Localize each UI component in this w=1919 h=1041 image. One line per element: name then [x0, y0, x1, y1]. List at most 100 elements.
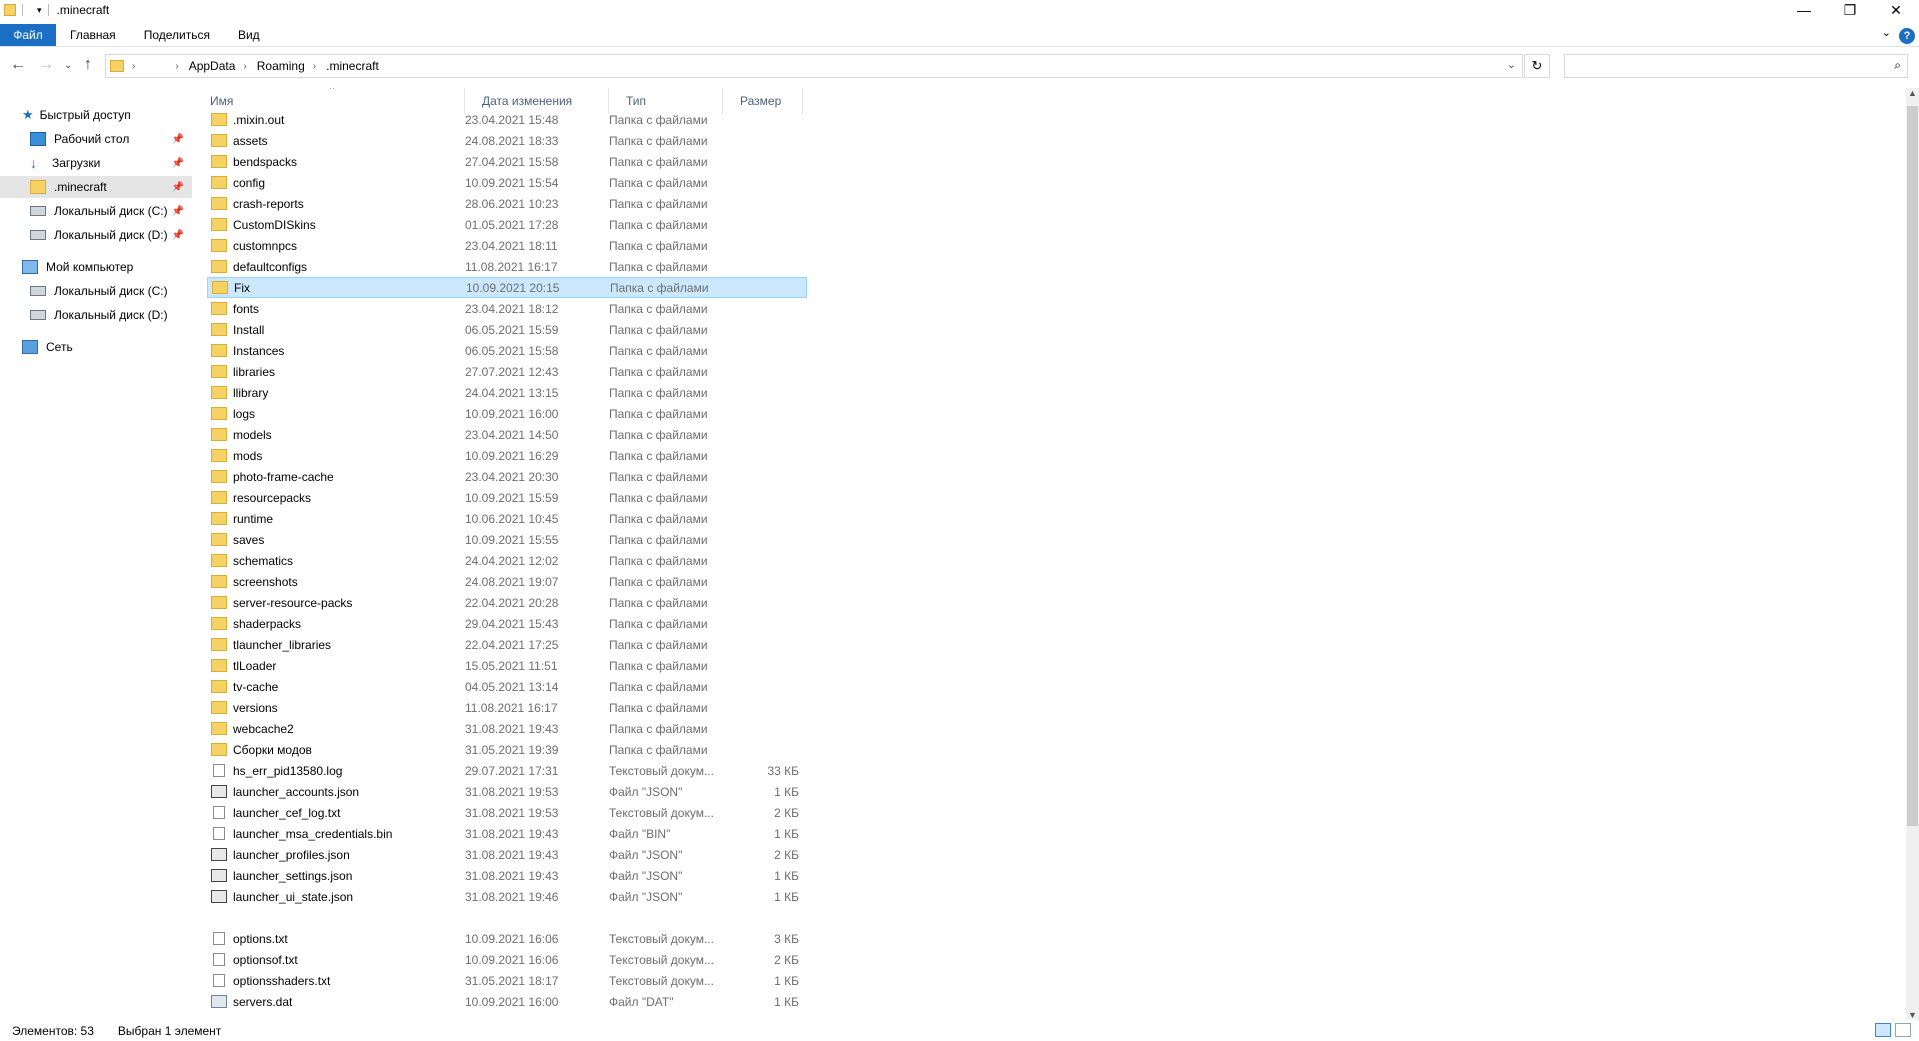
sidebar-item-quick-access[interactable]: ★ Быстрый доступ — [22, 104, 192, 126]
address-bar[interactable]: › › AppData › Roaming › .minecraft ⌄ — [105, 54, 1523, 78]
sidebar-item-computer-disk-c[interactable]: Локальный диск (C:) — [30, 280, 192, 302]
sidebar-item-computer[interactable]: Мой компьютер — [22, 256, 192, 278]
file-name: launcher_settings.json — [233, 868, 353, 883]
folder-icon — [211, 176, 227, 189]
sidebar-item-disk-d[interactable]: Локальный диск (D:) 📌 — [30, 224, 192, 246]
back-arrow-icon[interactable]: ← — [10, 56, 26, 74]
sidebar-item-network[interactable]: Сеть — [22, 336, 192, 358]
minimize-button[interactable]: — — [1781, 0, 1827, 20]
breadcrumb-roaming[interactable]: Roaming — [257, 59, 305, 73]
file-row[interactable]: options.txt 10.09.2021 16:06 Текстовый док… — [207, 928, 807, 949]
file-row[interactable]: tlLoader 15.05.2021 11:51 Папка с файлами — [207, 655, 807, 676]
details-view-icon[interactable] — [1875, 1023, 1891, 1037]
sidebar-item-minecraft[interactable]: .minecraft 📌 — [0, 176, 192, 198]
folder-icon — [211, 470, 227, 483]
sidebar-item-computer-disk-d[interactable]: Локальный диск (D:) — [30, 304, 192, 326]
file-row[interactable]: photo-frame-cache 23.04.2021 20:30 Папка с… — [207, 466, 807, 487]
file-row[interactable]: config 10.09.2021 15:54 Папка с файлами — [207, 172, 807, 193]
file-row[interactable]: assets 24.08.2021 18:33 Папка с файлами — [207, 130, 807, 151]
file-row[interactable]: saves 10.09.2021 15:55 Папка с файлами — [207, 529, 807, 550]
quick-access-toolbar-dropdown[interactable]: ▾ — [37, 5, 42, 16]
file-row[interactable]: hs_err_pid13580.log 29.07.2021 17:31 Текст… — [207, 760, 807, 781]
file-row[interactable]: launcher_msa_credentials.bin 31.08.2021 1… — [207, 823, 807, 844]
file-type: Файл "JSON" — [609, 889, 683, 904]
sidebar-item-label: Рабочий стол — [54, 132, 130, 146]
file-type: Папка с файлами — [609, 427, 708, 442]
file-row[interactable]: models 23.04.2021 14:50 Папка с файлами — [207, 424, 807, 445]
sidebar-item-label: Мой компьютер — [46, 260, 134, 274]
sidebar-item-desktop[interactable]: Рабочий стол 📌 — [30, 128, 192, 150]
up-arrow-icon[interactable]: ↑ — [84, 56, 92, 74]
sidebar-item-downloads[interactable]: ↓ Загрузки 📌 — [30, 152, 192, 174]
large-icons-view-icon[interactable] — [1895, 1023, 1911, 1037]
file-row[interactable]: server-resource-packs 22.04.2021 20:28 Пап… — [207, 592, 807, 613]
file-row[interactable]: .mixin.out 23.04.2021 15:48 Папка с файлам… — [207, 109, 807, 130]
vertical-scrollbar[interactable]: ▲ ▼ — [1906, 88, 1919, 1020]
address-dropdown-icon[interactable]: ⌄ — [1507, 58, 1516, 71]
file-row[interactable]: llibrary 24.04.2021 13:15 Папка с файлами — [207, 382, 807, 403]
tab-home[interactable]: Главная — [56, 24, 130, 46]
file-date: 31.08.2021 19:43 — [465, 721, 559, 736]
file-row[interactable]: webcache2 31.08.2021 19:43 Папка с файлами — [207, 718, 807, 739]
file-row[interactable]: launcher_profiles.json 31.08.2021 19:43 Фа… — [207, 844, 807, 865]
sidebar-item-disk-c[interactable]: Локальный диск (C:) 📌 — [30, 200, 192, 222]
pin-icon[interactable]: 📌 — [172, 134, 184, 145]
file-name: libraries — [233, 364, 276, 379]
pin-icon[interactable]: 📌 — [172, 158, 184, 169]
chevron-right-icon[interactable]: › — [313, 61, 316, 72]
tab-file[interactable]: Файл — [0, 24, 56, 46]
file-row[interactable]: CustomDISkins 01.05.2021 17:28 Папка с фай… — [207, 214, 807, 235]
file-row[interactable]: launcher_settings.json 31.08.2021 19:43 Фа… — [207, 865, 807, 886]
file-name: CustomDISkins — [233, 217, 316, 232]
file-row[interactable]: versions 11.08.2021 16:17 Папка с файлами — [207, 697, 807, 718]
file-row[interactable]: logs 10.09.2021 16:00 Папка с файлами — [207, 403, 807, 424]
tab-view[interactable]: Вид — [224, 24, 274, 46]
help-button[interactable]: ? — [1899, 28, 1915, 44]
pin-icon[interactable]: 📌 — [172, 182, 184, 193]
file-row[interactable]: launcher_cef_log.txt 31.08.2021 19:53 Текс… — [207, 802, 807, 823]
file-row[interactable]: launcher_accounts.json 31.08.2021 19:53 Фа… — [207, 781, 807, 802]
file-row[interactable]: launcher_ui_state.json 31.08.2021 19:46 Фа… — [207, 886, 807, 907]
file-row[interactable]: tlauncher_libraries 22.04.2021 17:25 Папка… — [207, 634, 807, 655]
file-row[interactable]: screenshots 24.08.2021 19:07 Папка с файла… — [207, 571, 807, 592]
chevron-right-icon[interactable]: › — [243, 61, 246, 72]
pin-icon[interactable]: 📌 — [172, 206, 184, 217]
file-row[interactable]: defaultconfigs 11.08.2021 16:17 Папка с фа… — [207, 256, 807, 277]
sort-ascending-icon: ^ — [330, 88, 335, 94]
forward-arrow-icon[interactable]: → — [38, 56, 54, 74]
file-row[interactable]: tv-cache 04.05.2021 13:14 Папка с файлами — [207, 676, 807, 697]
chevron-right-icon[interactable]: › — [132, 61, 135, 72]
breadcrumb-minecraft[interactable]: .minecraft — [326, 59, 379, 73]
pin-icon[interactable]: 📌 — [172, 230, 184, 241]
expand-ribbon-icon[interactable]: ⌄ — [1882, 26, 1891, 39]
file-row[interactable]: Сборки модов 31.05.2021 19:39 Папка с файл… — [207, 739, 807, 760]
file-row[interactable]: resourcepacks 10.09.2021 15:59 Папка с фай… — [207, 487, 807, 508]
file-row[interactable]: runtime 10.06.2021 10:45 Папка с файлами — [207, 508, 807, 529]
refresh-button[interactable]: ↻ — [1524, 54, 1550, 78]
file-row[interactable]: schematics 24.04.2021 12:02 Папка с файлам… — [207, 550, 807, 571]
file-row[interactable]: customnpcs 23.04.2021 18:11 Папка с файлам… — [207, 235, 807, 256]
file-row[interactable]: Install 06.05.2021 15:59 Папка с файлами — [207, 319, 807, 340]
json-file-icon — [211, 869, 227, 882]
file-row[interactable]: shaderpacks 29.04.2021 15:43 Папка с файла… — [207, 613, 807, 634]
file-row[interactable]: libraries 27.07.2021 12:43 Папка с файлами — [207, 361, 807, 382]
file-row[interactable]: mods 10.09.2021 16:29 Папка с файлами — [207, 445, 807, 466]
scroll-up-arrow-icon[interactable]: ▲ — [1908, 88, 1917, 98]
scrollbar-thumb[interactable] — [1907, 106, 1918, 826]
maximize-button[interactable]: ❐ — [1827, 0, 1873, 20]
file-row[interactable]: optionsof.txt 10.09.2021 16:06 Текстовый д… — [207, 949, 807, 970]
search-input[interactable]: ⌕ — [1564, 54, 1908, 78]
breadcrumb-appdata[interactable]: AppData — [189, 59, 236, 73]
file-row[interactable]: Fix 10.09.2021 20:15 Папка с файлами — [207, 277, 807, 298]
file-row[interactable]: bendspacks 27.04.2021 15:58 Папка с файлам… — [207, 151, 807, 172]
file-row[interactable]: optionsshaders.txt 31.05.2021 18:17 Тексто… — [207, 970, 807, 991]
file-row[interactable]: Instances 06.05.2021 15:58 Папка с файлами — [207, 340, 807, 361]
file-row[interactable]: servers.dat 10.09.2021 16:00 Файл "DAT" 1 К… — [207, 991, 807, 1012]
recent-locations-chevron-icon[interactable]: ⌄ — [64, 60, 72, 71]
chevron-right-icon[interactable]: › — [175, 61, 178, 72]
file-row[interactable]: crash-reports 28.06.2021 10:23 Папка с фай… — [207, 193, 807, 214]
close-button[interactable]: ✕ — [1873, 0, 1919, 20]
tab-share[interactable]: Поделиться — [130, 24, 224, 46]
file-row[interactable]: fonts 23.04.2021 18:12 Папка с файлами — [207, 298, 807, 319]
scroll-down-arrow-icon[interactable]: ▼ — [1908, 1010, 1917, 1020]
